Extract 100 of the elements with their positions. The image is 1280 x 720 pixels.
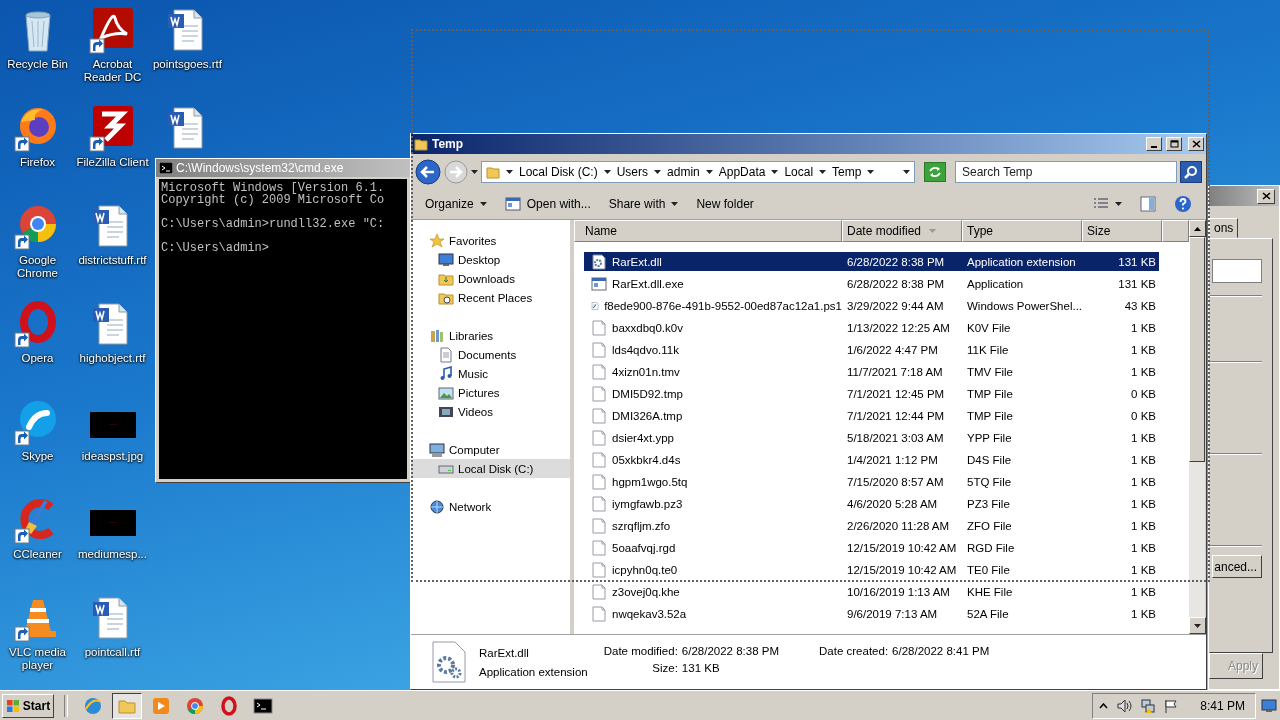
desktop-icon-label[interactable]: Opera [21, 352, 54, 365]
desktop-icon-label[interactable]: districtstuff.rtf [78, 254, 147, 267]
start-button[interactable]: Start [2, 693, 54, 718]
tab[interactable]: ons [1209, 218, 1239, 238]
desktop-icon-label[interactable]: Google Chrome [0, 254, 75, 280]
file-row[interactable]: z3ovej0q.khe 10/16/2019 1:13 AM KHE File 1 KB [584, 582, 1159, 601]
file-name: z3ovej0q.khe [612, 585, 680, 598]
toolbar-button[interactable]: New folder [688, 194, 762, 214]
file-row[interactable]: 4xizn01n.tmv 11/7/2021 7:18 AM TMV File 1 KB [584, 362, 1159, 381]
navigation-item[interactable]: Downloads [411, 269, 570, 288]
file-row[interactable]: dsier4xt.ypp 5/18/2021 3:03 AM YPP File 1 KB [584, 428, 1159, 447]
table-cell-text: 12/15/2019 10:42 AM [846, 541, 958, 554]
terminal-icon [159, 162, 173, 174]
taskbar-button[interactable] [112, 692, 142, 719]
navigation-item[interactable]: Videos [411, 402, 570, 421]
file-row[interactable]: RarExt.dll.exe 6/28/2022 8:38 PM Application 131 KB [584, 274, 1159, 293]
navigation-item[interactable]: Local Disk (C:) [411, 459, 570, 478]
desktop-icon-label[interactable]: Skype [21, 450, 54, 463]
history-dropdown[interactable] [471, 169, 478, 174]
scroll-up-button[interactable] [1189, 220, 1206, 237]
desktop-icon-label[interactable]: CCleaner [13, 548, 62, 561]
desktop-icon-label[interactable]: Firefox [19, 156, 56, 169]
table-cell-text: 0 KB [1130, 387, 1157, 400]
breadcrumb-item[interactable]: Temp [832, 164, 875, 179]
breadcrumb-item[interactable]: admin [667, 164, 713, 179]
file-row[interactable]: szrqfljm.zfo 2/26/2020 11:28 AM ZFO File 1 KB [584, 516, 1159, 535]
toolbar-button[interactable]: Organize [417, 194, 495, 214]
scroll-down-button[interactable] [1189, 617, 1206, 634]
navigation-item[interactable]: Libraries [411, 326, 570, 345]
navigation-item[interactable]: Desktop [411, 250, 570, 269]
address-bar[interactable]: Local Disk (C:) Users admin AppData Local Temp [481, 160, 915, 183]
button[interactable]: anced... [1212, 555, 1262, 578]
breadcrumb-item[interactable]: Local Disk (C:) [519, 164, 611, 179]
desktop-icon-label[interactable]: pointsgoes.rtf [152, 58, 222, 71]
file-row[interactable]: 05xkbkr4.d4s 1/4/2021 1:12 PM D4S File 1 KB [584, 450, 1159, 469]
picture-icon [438, 384, 454, 401]
table-cell-text: 10/16/2019 1:13 AM [846, 585, 951, 598]
file-row[interactable]: DMI326A.tmp 7/1/2021 12:44 PM TMP File 0 KB [584, 406, 1159, 425]
file-name: szrqfljm.zfo [612, 519, 671, 532]
file-row[interactable]: RarExt.dll 6/28/2022 8:38 PM Application extension 131 KB [584, 252, 1159, 271]
toolbar-button[interactable]: Open with... [496, 194, 599, 214]
close-button[interactable] [1188, 137, 1204, 151]
breadcrumb-item[interactable]: Local [784, 164, 827, 179]
window-title: Temp [432, 137, 465, 151]
file-icon [591, 495, 607, 512]
file-row[interactable]: 5oaafvqj.rgd 12/15/2019 10:42 AM RGD File 1 KB [584, 538, 1159, 557]
desktop-icon-label[interactable]: FileZilla Client [76, 156, 149, 169]
navigation-item[interactable]: Recent Places [411, 288, 570, 307]
refresh-button[interactable] [924, 161, 946, 182]
navigation-item[interactable]: Computer [411, 440, 570, 459]
file-name: baxxdbq0.k0v [612, 321, 683, 334]
desktop-icon-label[interactable]: Recycle Bin [7, 58, 68, 71]
chevron-up-icon[interactable] [1099, 702, 1109, 709]
search-button[interactable] [1180, 160, 1202, 183]
table-cell-text: 1 KB [1130, 453, 1157, 466]
desktop-icon-label[interactable]: Acrobat Reader DC [75, 58, 150, 84]
scrollbar-thumb[interactable] [1189, 237, 1205, 462]
toolbar-button[interactable]: Share with [600, 194, 687, 214]
maximize-icon [1169, 140, 1179, 148]
navigation-item[interactable]: Music [411, 364, 570, 383]
flag-icon[interactable] [1164, 698, 1179, 713]
column-header[interactable]: Size [1082, 220, 1162, 242]
file-row[interactable]: f8ede900-876e-491b-9552-00ed87ac12a1.ps1 3/29/2022 9:44 AM Windows PowerShel... 43 KB [584, 296, 1159, 315]
breadcrumb-item[interactable]: AppData [718, 164, 779, 179]
caret-icon[interactable] [903, 169, 910, 174]
caret-icon [671, 202, 679, 206]
file-row[interactable]: baxxdbq0.k0v 1/13/2022 12:25 AM K0V File 1 KB [584, 318, 1159, 337]
file-name: 5oaafvqj.rgd [612, 541, 676, 554]
navigation-item[interactable]: Documents [411, 345, 570, 364]
caret-icon [1115, 202, 1122, 206]
text-field[interactable] [1212, 259, 1262, 283]
table-cell-text: 1 KB [1130, 343, 1157, 356]
file-row[interactable]: lds4qdvo.11k 1/6/2022 4:47 PM 11K File 1 KB [584, 340, 1159, 359]
file-row[interactable]: iymgfawb.pz3 4/6/2020 5:28 AM PZ3 File 1 KB [584, 494, 1159, 513]
maximize-button[interactable] [1166, 137, 1182, 151]
navigation-item[interactable]: Pictures [411, 383, 570, 402]
file-name: RarExt.dll [612, 255, 662, 268]
breadcrumb-item[interactable]: Users [616, 164, 662, 179]
desktop-icon-label[interactable]: ideaspst.jpg [81, 450, 144, 463]
network-icon[interactable] [1140, 697, 1157, 714]
column-header[interactable]: Name [574, 220, 842, 242]
desktop-icon-label[interactable]: mediumesp... [78, 548, 147, 561]
search-field[interactable]: Search Temp [955, 160, 1177, 183]
clock[interactable]: 8:41 PM [1200, 698, 1245, 713]
navigation-item[interactable]: Network [411, 497, 570, 516]
navigation-item[interactable]: Favorites [411, 231, 570, 250]
window-title: C:\Windows\system32\cmd.exe [176, 161, 344, 175]
desktop-icon-label[interactable]: highobject.rtf [79, 352, 146, 365]
speaker-icon[interactable] [1116, 698, 1133, 713]
column-header[interactable]: Date modified [842, 220, 962, 242]
minimize-button[interactable] [1146, 137, 1162, 151]
file-row[interactable]: hgpm1wgo.5tq 7/15/2020 8:57 AM 5TQ File 1 KB [584, 472, 1159, 491]
document-icon [438, 346, 454, 363]
back-button[interactable] [415, 158, 441, 185]
file-row[interactable]: DMI5D92.tmp 7/1/2021 12:45 PM TMP File 0 KB [584, 384, 1159, 403]
file-name: iymgfawb.pz3 [612, 497, 683, 510]
file-row[interactable]: nwqekav3.52a 9/6/2019 7:13 AM 52A File 1 KB [584, 604, 1159, 623]
close-button[interactable] [1257, 188, 1275, 204]
column-header[interactable]: Type [962, 220, 1082, 242]
file-row[interactable]: icpyhn0q.te0 12/15/2019 10:42 AM TE0 File 1 KB [584, 560, 1159, 579]
